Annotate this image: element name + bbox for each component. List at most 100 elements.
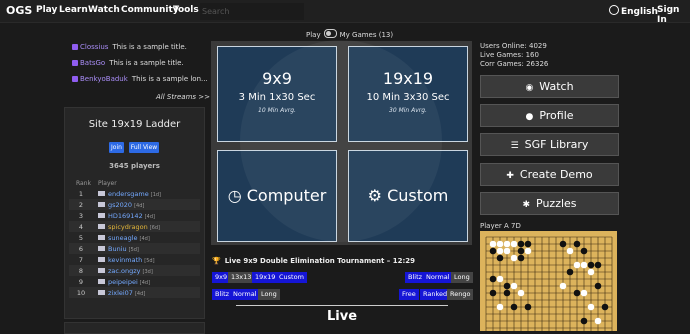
quick-match-9x9[interactable]: 9x9 3 Min 1x30 Sec 10 Min Avrg.: [217, 46, 337, 142]
player-name[interactable]: HD169142 [4d]: [108, 212, 155, 220]
search-input[interactable]: [200, 3, 304, 20]
ladder-row[interactable]: 8 zac.ongzy [3d]: [69, 265, 200, 276]
live-games-count: Live Games: 160: [480, 51, 539, 59]
live-heading: Live: [236, 305, 448, 324]
flag-icon: [98, 279, 105, 284]
toggle-play-label: Play: [306, 31, 321, 39]
full-view-button[interactable]: Full View: [129, 142, 159, 153]
language-label: English: [621, 7, 658, 17]
flag-icon: [98, 246, 105, 251]
tile-size: 9x9: [262, 69, 292, 88]
play-mygames-toggle[interactable]: Play My Games (13): [306, 29, 393, 39]
rank-cell: 6: [78, 245, 84, 253]
player-name[interactable]: Buniu [5d]: [108, 245, 139, 253]
rengo-chip[interactable]: Rengo: [447, 289, 474, 300]
player-name[interactable]: endersgame [1d]: [108, 190, 161, 198]
ladder-title: Site 19x19 Ladder: [88, 119, 181, 130]
ladder-row[interactable]: 7 kevinmath [5d]: [69, 254, 200, 265]
list-icon: ☰: [510, 141, 519, 151]
tournament-title[interactable]: 🏆 Live 9x9 Double Elimination Tournament …: [212, 257, 415, 265]
ogs-logo[interactable]: OGS: [6, 4, 32, 17]
flag-icon: [98, 290, 105, 295]
ranked-chip[interactable]: Ranked: [420, 289, 451, 300]
play-computer-button[interactable]: ◷ Computer: [217, 150, 337, 242]
size-chip-13x13[interactable]: 13x13: [228, 272, 255, 283]
rank-cell: 4: [78, 223, 84, 231]
speed-chip-normal[interactable]: Normal: [423, 272, 453, 283]
ladder-row[interactable]: 9 peipeipei [4d]: [69, 276, 200, 287]
player-name[interactable]: zixlei07 [4d]: [108, 289, 145, 297]
speed-chip-long[interactable]: Long: [451, 272, 473, 283]
custom-game-button[interactable]: ⚙ Custom: [348, 150, 468, 242]
users-online: Users Online: 4029: [480, 42, 547, 50]
clock-icon: ◷: [227, 186, 242, 205]
player-name[interactable]: suneagle [4d]: [108, 234, 150, 242]
join-button[interactable]: Join: [109, 142, 124, 153]
trophy-icon: 🏆: [212, 257, 221, 265]
stream-channel: Clossius: [80, 43, 109, 51]
flag-icon: [98, 202, 105, 207]
user-icon: ●: [525, 112, 534, 122]
stream-title: This is a sample title.: [112, 43, 187, 51]
flag-icon: [98, 268, 105, 273]
computer-label: Computer: [246, 186, 327, 205]
player-header: Player: [98, 180, 117, 187]
nav-watch[interactable]: Watch: [88, 5, 120, 15]
stream-item[interactable]: BenkyoBaduk This is a sample lon...: [72, 75, 208, 83]
stream-item[interactable]: BatsGo This is a sample title.: [72, 59, 184, 67]
rank-cell: 3: [78, 212, 84, 220]
rank-cell: 10: [76, 289, 86, 297]
globe-icon: [609, 5, 619, 15]
create-demo-button[interactable]: ✚ Create Demo: [480, 163, 619, 186]
player-name[interactable]: peipeipei [4d]: [108, 278, 150, 286]
tile-size: 19x19: [382, 69, 434, 88]
sign-in-link[interactable]: Sign In: [657, 5, 690, 25]
quick-match-19x19[interactable]: 19x19 10 Min 3x30 Sec 30 Min Avrg.: [348, 46, 468, 142]
player-name[interactable]: kevinmath [5d]: [108, 256, 155, 264]
gear-icon: ⚙: [367, 186, 382, 205]
size-chip-19x19[interactable]: 19x19: [252, 272, 279, 283]
ladder-row[interactable]: 3 HD169142 [4d]: [69, 210, 200, 221]
language-selector[interactable]: English: [609, 5, 658, 17]
go-board-preview[interactable]: [480, 231, 617, 331]
ladder-row[interactable]: 6 Buniu [5d]: [69, 243, 200, 254]
ladder-row[interactable]: 4 spicydragon [6d]: [69, 221, 200, 232]
lower-card: [64, 322, 205, 334]
sgf-library-button[interactable]: ☰ SGF Library: [480, 133, 619, 156]
tile-time: 10 Min 3x30 Sec: [366, 92, 450, 103]
ladder-row[interactable]: 1 endersgame [1d]: [69, 188, 200, 199]
nav-learn[interactable]: Learn: [59, 5, 88, 15]
watch-button[interactable]: ◉ Watch: [480, 75, 619, 98]
rank-cell: 8: [78, 267, 84, 275]
player-name[interactable]: gs2020 [4d]: [108, 201, 144, 209]
all-streams-link[interactable]: All Streams >>: [156, 93, 210, 101]
stream-channel: BenkyoBaduk: [80, 75, 128, 83]
nav-tools[interactable]: Tools: [173, 5, 199, 15]
ladder-row[interactable]: 2 gs2020 [4d]: [69, 199, 200, 210]
flag-icon: [98, 257, 105, 262]
speed-chip-long[interactable]: Long: [258, 289, 280, 300]
ladder-row[interactable]: 5 suneagle [4d]: [69, 232, 200, 243]
flag-icon: [98, 213, 105, 218]
nav-play[interactable]: Play: [36, 5, 57, 15]
stream-item[interactable]: Clossius This is a sample title.: [72, 43, 187, 51]
top-nav: OGS Play Learn Watch Community Tools Eng…: [0, 0, 690, 25]
rank-cell: 9: [78, 278, 84, 286]
tile-time: 3 Min 1x30 Sec: [238, 92, 316, 103]
size-chip-custom[interactable]: Custom: [276, 272, 307, 283]
player-name[interactable]: spicydragon [6d]: [108, 223, 160, 231]
toggle-mygames-label: My Games (13): [339, 31, 394, 39]
free-chip[interactable]: Free: [399, 289, 419, 300]
profile-button[interactable]: ● Profile: [480, 104, 619, 127]
ladder-card: Site 19x19 Ladder Join Full View 3645 pl…: [64, 107, 205, 319]
player-name-label: Player A 7D: [480, 222, 521, 230]
nav-community[interactable]: Community: [121, 5, 179, 15]
player-name[interactable]: zac.ongzy [3d]: [108, 267, 153, 275]
speed-chip-normal[interactable]: Normal: [230, 289, 260, 300]
puzzles-button[interactable]: ✱ Puzzles: [480, 192, 619, 215]
go-board-grid: [485, 236, 613, 331]
rank-cell: 2: [78, 201, 84, 209]
ladder-row[interactable]: 10 zixlei07 [4d]: [69, 287, 200, 298]
toggle-switch-icon[interactable]: [323, 29, 337, 38]
twitch-icon: [72, 76, 78, 82]
